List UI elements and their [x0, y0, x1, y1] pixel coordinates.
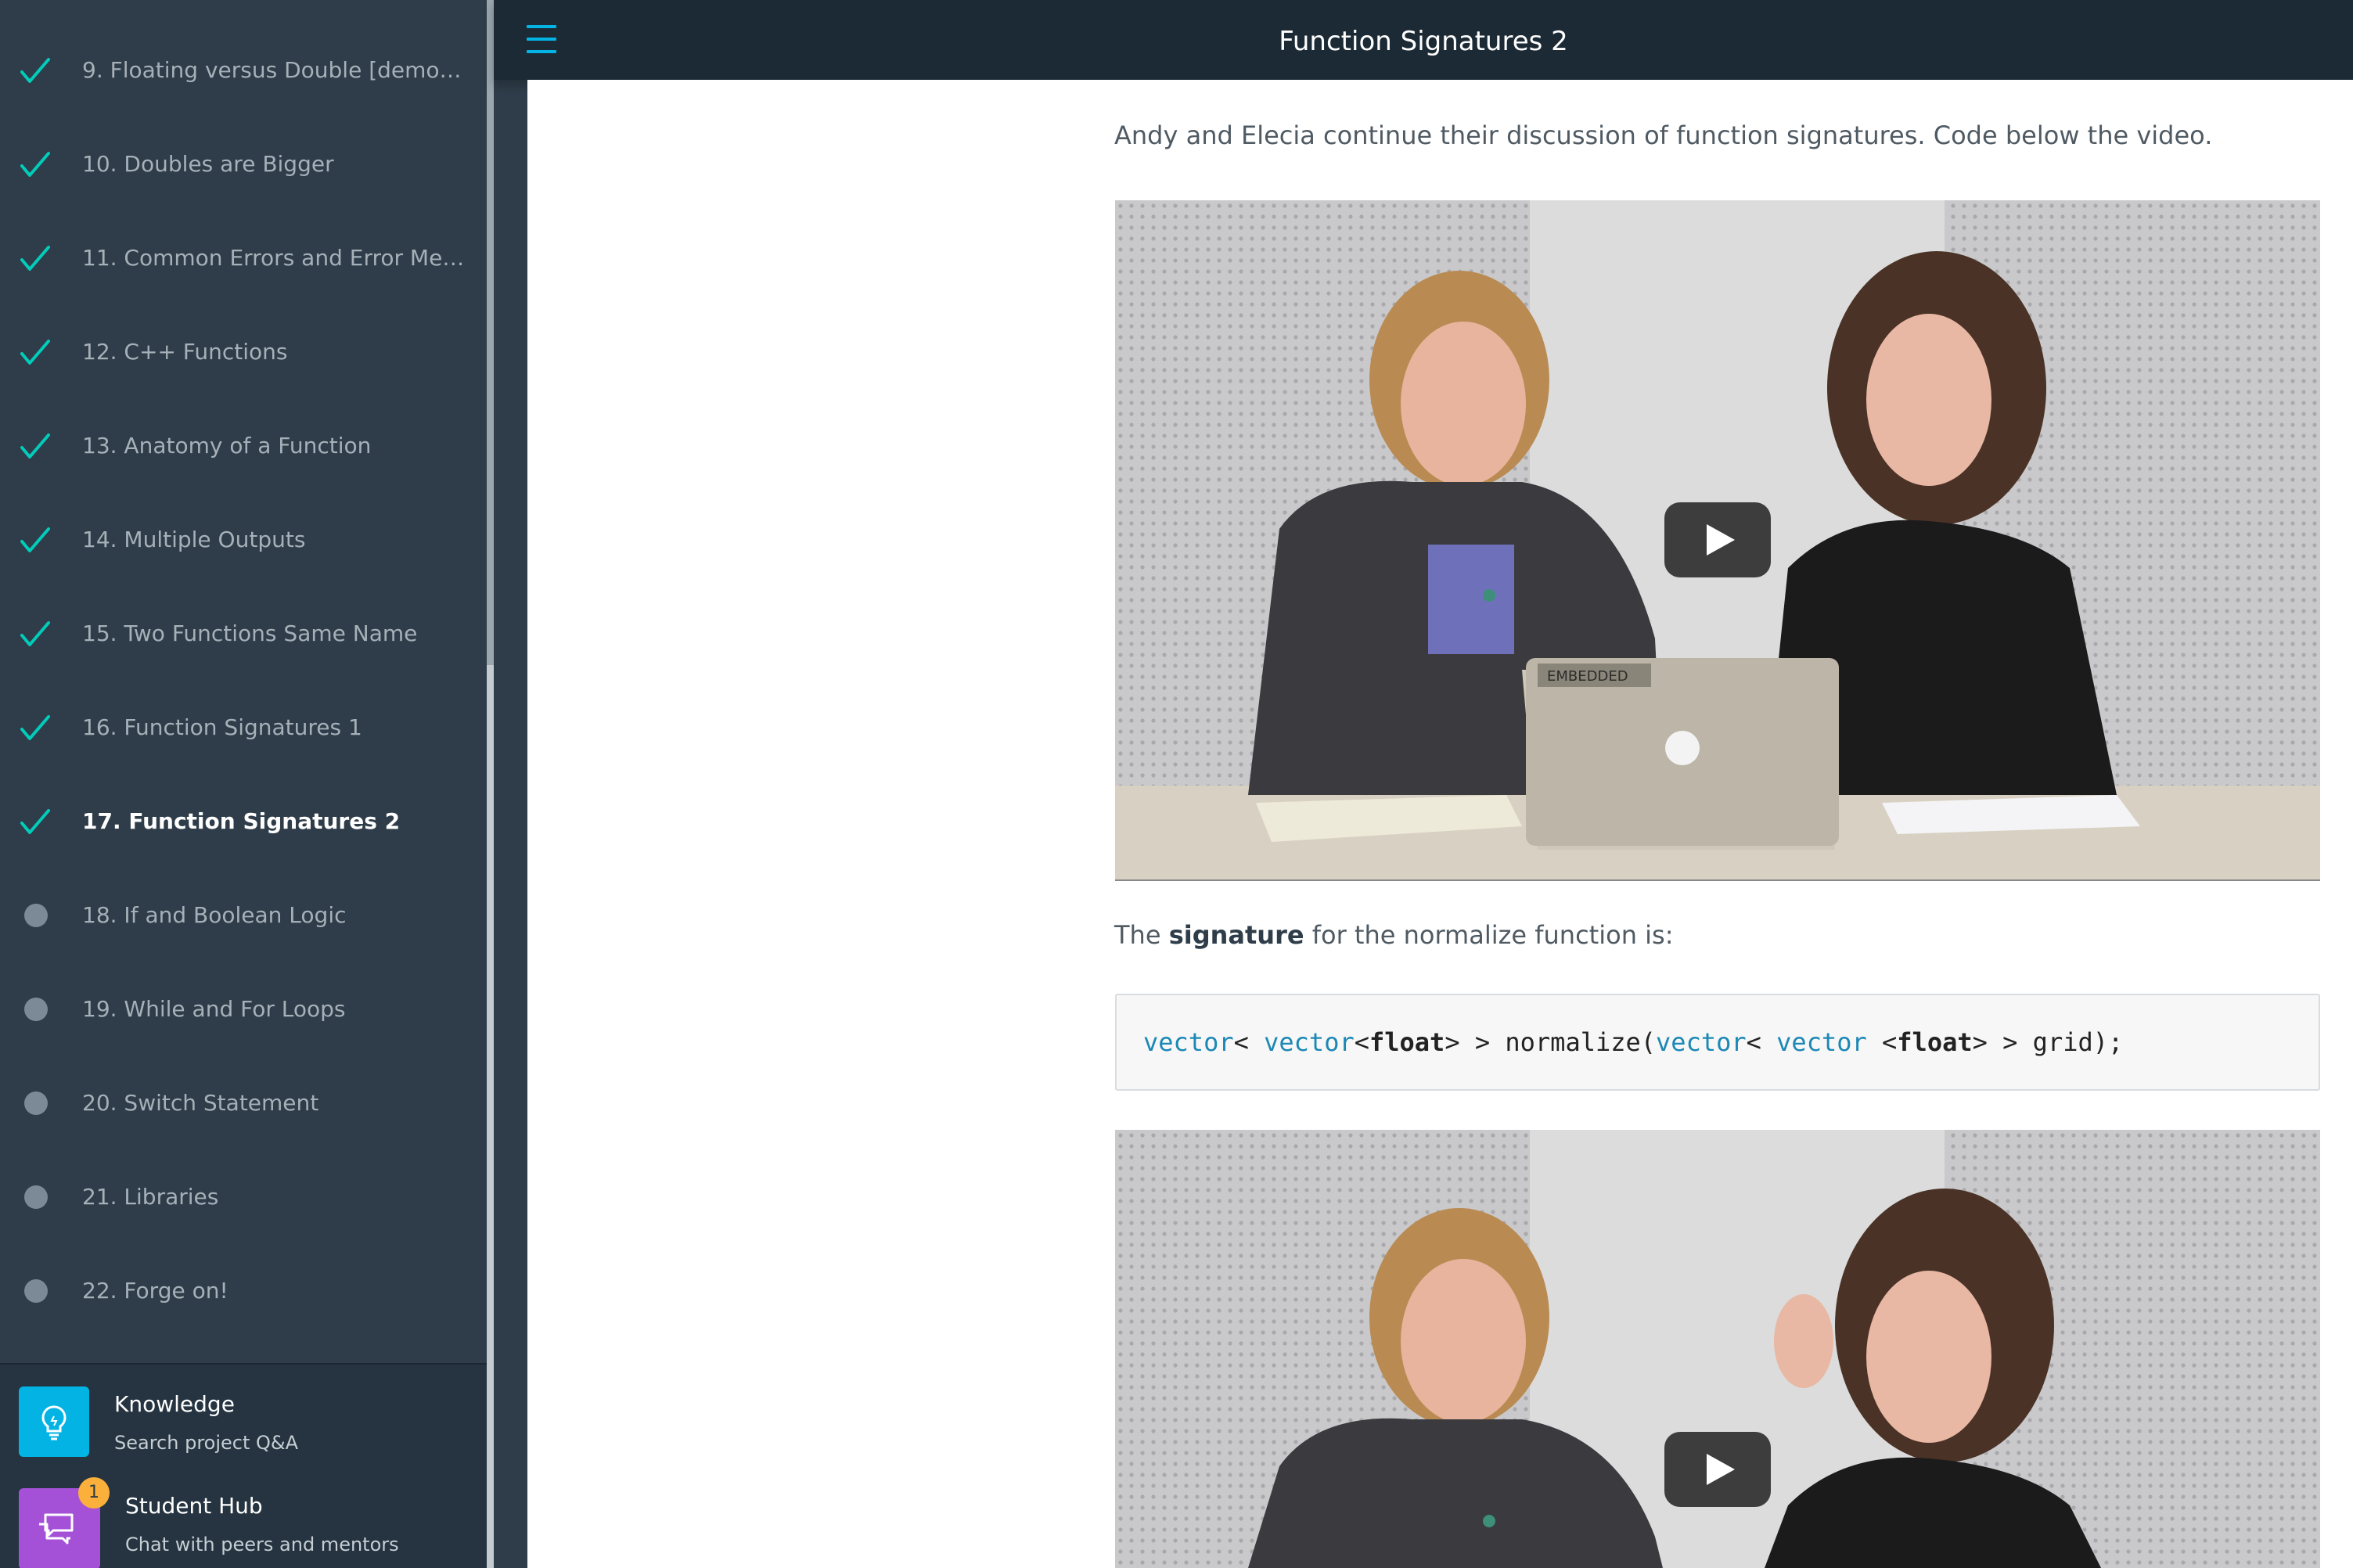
- lesson-item[interactable]: 19. While and For Loops: [0, 962, 487, 1056]
- lesson-label: 9. Floating versus Double [demonst...: [82, 57, 470, 83]
- code-token: <: [1746, 1027, 1777, 1057]
- lesson-item[interactable]: 20. Switch Statement: [0, 1056, 487, 1150]
- lesson-label: 12. C++ Functions: [82, 339, 288, 365]
- top-bar: Function Signatures 2: [494, 0, 2353, 80]
- lesson-label: 19. While and For Loops: [82, 996, 346, 1022]
- student-hub-title: Student Hub: [125, 1493, 263, 1519]
- lesson-item[interactable]: 10. Doubles are Bigger: [0, 117, 487, 211]
- code-token: vector: [1776, 1027, 1867, 1057]
- lesson-item[interactable]: 9. Floating versus Double [demonst...: [0, 23, 487, 117]
- signature-paragraph: The signature for the normalize function…: [1114, 920, 1673, 950]
- lesson-label: 18. If and Boolean Logic: [82, 902, 347, 928]
- student-hub-subtitle: Chat with peers and mentors: [125, 1534, 399, 1555]
- code-token: > > normalize(: [1445, 1027, 1657, 1057]
- signature-bold: signature: [1168, 920, 1304, 950]
- lesson-item[interactable]: 12. C++ Functions: [0, 305, 487, 399]
- lesson-label: 10. Doubles are Bigger: [82, 151, 334, 177]
- intro-paragraph: Andy and Elecia continue their discussio…: [1114, 120, 2213, 150]
- incomplete-dot-icon: [24, 998, 48, 1021]
- checkmark-icon: [20, 527, 50, 552]
- lesson-content: Andy and Elecia continue their discussio…: [527, 80, 2353, 1568]
- lesson-label: 17. Function Signatures 2: [82, 808, 401, 834]
- code-token: <: [1354, 1027, 1369, 1057]
- checkmark-icon: [20, 58, 50, 83]
- lesson-label: 13. Anatomy of a Function: [82, 433, 372, 459]
- lesson-item[interactable]: 14. Multiple Outputs: [0, 493, 487, 587]
- checkmark-icon: [20, 715, 50, 740]
- video-player-1[interactable]: EMBEDDED: [1115, 200, 2320, 881]
- code-token: <: [1233, 1027, 1265, 1057]
- code-token: float: [1369, 1027, 1445, 1057]
- lesson-label: 22. Forge on!: [82, 1278, 228, 1304]
- sidebar: 9. Floating versus Double [demonst... 10.…: [0, 0, 487, 1568]
- incomplete-dot-icon: [24, 1185, 48, 1209]
- lesson-item[interactable]: 11. Common Errors and Error Mess...: [0, 211, 487, 305]
- checkmark-icon: [20, 433, 50, 459]
- play-icon[interactable]: [1664, 1432, 1771, 1507]
- code-token: vector: [1143, 1027, 1234, 1057]
- knowledge-subtitle: Search project Q&A: [114, 1432, 299, 1454]
- laptop-sticker: EMBEDDED: [1547, 668, 1628, 685]
- knowledge-link[interactable]: Knowledge Search project Q&A: [0, 1376, 487, 1462]
- sidebar-footer: Knowledge Search project Q&A 1 Student H…: [0, 1363, 487, 1568]
- lesson-item[interactable]: 13. Anatomy of a Function: [0, 399, 487, 493]
- checkmark-icon: [20, 340, 50, 365]
- lesson-label: 11. Common Errors and Error Mess...: [82, 245, 470, 271]
- page-title: Function Signatures 2: [1279, 26, 1568, 57]
- code-token: vector: [1264, 1027, 1355, 1057]
- sidebar-scrollbar-thumb[interactable]: [487, 665, 494, 1568]
- code-token: vector: [1656, 1027, 1747, 1057]
- lesson-item[interactable]: 18. If and Boolean Logic: [0, 869, 487, 962]
- lesson-item[interactable]: 16. Function Signatures 1: [0, 681, 487, 775]
- code-block: vector< vector<float> > normalize(vector…: [1115, 994, 2320, 1091]
- knowledge-title: Knowledge: [114, 1391, 235, 1417]
- lesson-item[interactable]: 21. Libraries: [0, 1150, 487, 1244]
- lesson-label: 21. Libraries: [82, 1184, 219, 1210]
- checkmark-icon: [20, 152, 50, 177]
- code-line: vector< vector<float> > normalize(vector…: [1143, 995, 2123, 1089]
- lesson-label: 14. Multiple Outputs: [82, 527, 306, 552]
- checkmark-icon: [20, 809, 50, 834]
- student-hub-link[interactable]: 1 Student Hub Chat with peers and mentor…: [0, 1477, 487, 1568]
- checkmark-icon: [20, 621, 50, 646]
- play-icon[interactable]: [1664, 502, 1771, 577]
- incomplete-dot-icon: [24, 1091, 48, 1115]
- signature-after: for the normalize function is:: [1304, 920, 1674, 950]
- notification-badge: 1: [78, 1477, 110, 1509]
- lesson-item[interactable]: 17. Function Signatures 2: [0, 775, 487, 869]
- incomplete-dot-icon: [24, 904, 48, 927]
- lesson-label: 20. Switch Statement: [82, 1090, 319, 1116]
- lesson-label: 16. Function Signatures 1: [82, 714, 362, 740]
- code-token: > > grid);: [1972, 1027, 2124, 1057]
- code-token: <: [1866, 1027, 1898, 1057]
- video-player-2[interactable]: [1115, 1130, 2320, 1568]
- lesson-item[interactable]: 15. Two Functions Same Name: [0, 587, 487, 681]
- lesson-list: 9. Floating versus Double [demonst... 10.…: [0, 0, 487, 1363]
- incomplete-dot-icon: [24, 1279, 48, 1303]
- code-token: float: [1897, 1027, 1973, 1057]
- lesson-label: 15. Two Functions Same Name: [82, 620, 418, 646]
- lesson-item[interactable]: 22. Forge on!: [0, 1244, 487, 1338]
- content-gutter: [494, 0, 527, 1568]
- signature-before: The: [1114, 920, 1169, 950]
- lightbulb-icon: [19, 1386, 89, 1457]
- checkmark-icon: [20, 246, 50, 271]
